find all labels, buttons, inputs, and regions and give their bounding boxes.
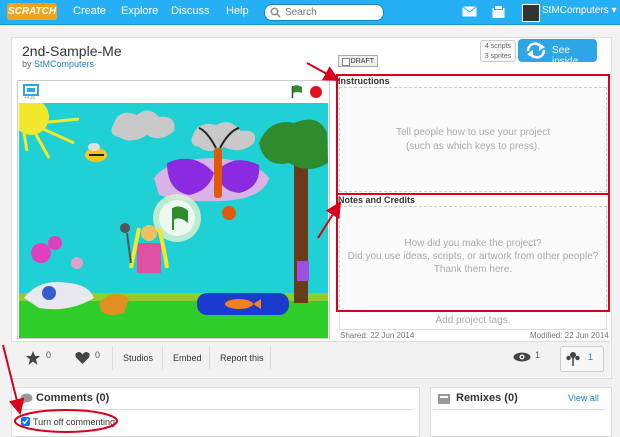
project-title[interactable]: 2nd-Sample-Me bbox=[22, 43, 122, 59]
views-eye-icon bbox=[513, 352, 531, 362]
remixes-divider bbox=[433, 409, 606, 410]
nav-explore[interactable]: Explore bbox=[121, 5, 158, 17]
stage-canvas[interactable] bbox=[19, 103, 328, 338]
remix-arrows-icon bbox=[526, 42, 546, 59]
green-flag-icon[interactable] bbox=[291, 85, 303, 98]
username-label: StMComputers ▾ bbox=[542, 5, 617, 16]
search-box[interactable] bbox=[264, 4, 384, 21]
remixes-icon bbox=[438, 394, 450, 404]
see-inside-button[interactable]: See inside bbox=[518, 39, 597, 67]
nav-help[interactable]: Help bbox=[226, 5, 249, 17]
remix-tree-icon bbox=[566, 352, 580, 366]
stage-size-label: +420 bbox=[24, 95, 36, 101]
stop-icon[interactable] bbox=[310, 86, 322, 98]
remixes-title: Remixes (0) bbox=[456, 392, 518, 404]
top-navigation-bar: SCRATCH Create Explore Discuss Help StMC… bbox=[0, 0, 620, 25]
shared-date: Shared: 22 Jun 2014 bbox=[340, 331, 415, 340]
sprites-count: 3 sprites bbox=[484, 53, 512, 60]
nav-create[interactable]: Create bbox=[73, 5, 106, 17]
messages-icon[interactable] bbox=[462, 5, 477, 17]
annotation-frame-instructions bbox=[336, 74, 610, 195]
favorites-count: 0 bbox=[46, 350, 52, 360]
annotation-frame-notes bbox=[336, 193, 610, 312]
modified-date: Modified: 22 Jun 2014 bbox=[530, 331, 609, 340]
draft-badge: DRAFT bbox=[338, 55, 378, 67]
comments-divider bbox=[17, 409, 414, 410]
nav-discuss[interactable]: Discuss bbox=[171, 5, 210, 17]
comments-title: Comments (0) bbox=[36, 392, 110, 404]
remix-tree-button[interactable]: 1 bbox=[560, 346, 604, 372]
love-heart-icon[interactable] bbox=[75, 351, 90, 365]
views-count: 1 bbox=[535, 350, 541, 360]
turn-off-commenting-label: Turn off commenting bbox=[33, 417, 116, 427]
turn-off-commenting-checkbox[interactable] bbox=[21, 417, 30, 426]
scratch-logo[interactable]: SCRATCH bbox=[7, 3, 57, 20]
by-label: by bbox=[22, 59, 32, 69]
embed-button[interactable]: Embed bbox=[162, 346, 209, 370]
view-all-remixes-link[interactable]: View all bbox=[568, 393, 599, 403]
studios-button[interactable]: Studios bbox=[112, 346, 162, 370]
project-player: +420 bbox=[17, 80, 330, 339]
avatar bbox=[522, 4, 540, 22]
loves-count: 0 bbox=[95, 350, 101, 360]
project-counts: 4 scripts 3 sprites bbox=[480, 40, 516, 62]
search-icon bbox=[270, 7, 281, 18]
search-input[interactable] bbox=[285, 6, 377, 18]
report-button[interactable]: Report this bbox=[209, 346, 271, 370]
see-inside-label: See inside bbox=[552, 45, 579, 67]
player-controls: +420 bbox=[18, 81, 329, 101]
favorite-star-icon[interactable] bbox=[26, 351, 40, 365]
turn-off-commenting[interactable]: Turn off commenting bbox=[21, 417, 115, 427]
scripts-count: 4 scripts bbox=[484, 43, 512, 50]
project-byline: by StMComputers bbox=[22, 59, 94, 69]
comment-bubble-icon bbox=[20, 393, 33, 405]
author-link[interactable]: StMComputers bbox=[34, 59, 94, 69]
tags-input[interactable]: Add project tags. bbox=[339, 311, 607, 330]
remix-count: 1 bbox=[588, 352, 594, 362]
my-stuff-icon[interactable] bbox=[492, 5, 505, 19]
